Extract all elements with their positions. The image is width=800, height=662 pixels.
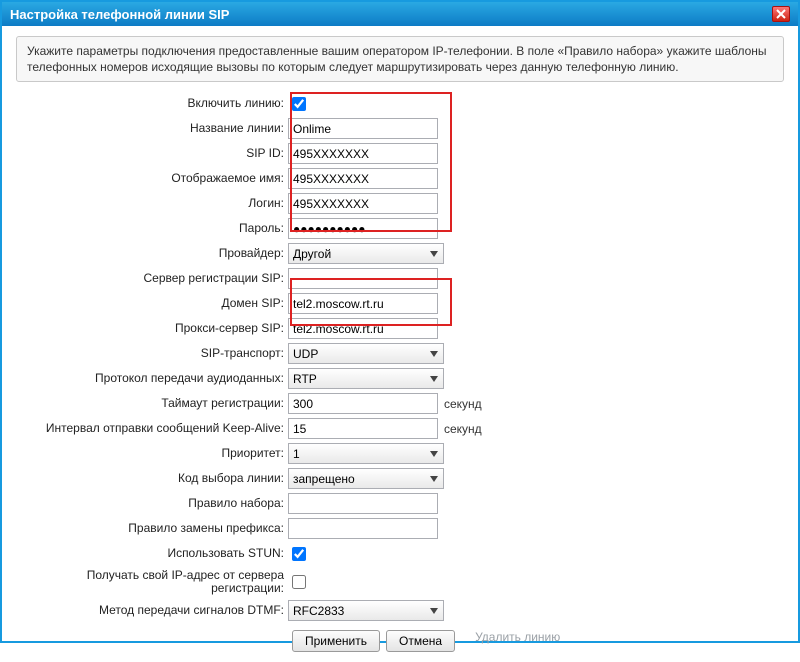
label-regtimeout: Таймаут регистрации: (16, 397, 288, 411)
label-login: Логин: (16, 197, 288, 211)
row-display: Отображаемое имя: (16, 167, 784, 190)
select-linecode[interactable]: запрещено (288, 468, 444, 489)
row-regtimeout: Таймаут регистрации: секунд (16, 392, 784, 415)
label-stun: Использовать STUN: (16, 547, 288, 561)
row-proxy: Прокси-сервер SIP: (16, 317, 784, 340)
input-regserver[interactable] (288, 268, 438, 289)
label-keepalive: Интервал отправки сообщений Keep-Alive: (16, 422, 288, 436)
label-audio: Протокол передачи аудиоданных: (16, 372, 288, 386)
input-sipid[interactable] (288, 143, 438, 164)
unit-seconds: секунд (444, 397, 482, 411)
row-password: Пароль: (16, 217, 784, 240)
row-stun: Использовать STUN: (16, 542, 784, 565)
info-panel: Укажите параметры подключения предоставл… (16, 36, 784, 82)
select-dtmf[interactable]: RFC2833 (288, 600, 444, 621)
label-sipid: SIP ID: (16, 147, 288, 161)
label-display: Отображаемое имя: (16, 172, 288, 186)
titlebar: Настройка телефонной линии SIP (2, 2, 798, 26)
row-login: Логин: (16, 192, 784, 215)
label-password: Пароль: (16, 222, 288, 236)
row-domain: Домен SIP: (16, 292, 784, 315)
input-display[interactable] (288, 168, 438, 189)
row-dtmf: Метод передачи сигналов DTMF: RFC2833 (16, 599, 784, 622)
input-dialrule[interactable] (288, 493, 438, 514)
input-regtimeout[interactable] (288, 393, 438, 414)
select-transport[interactable]: UDP (288, 343, 444, 364)
label-prefix: Правило замены префикса: (16, 522, 288, 536)
dialog-window: Настройка телефонной линии SIP Укажите п… (0, 0, 800, 643)
label-proxy: Прокси-сервер SIP: (16, 322, 288, 336)
row-getip: Получать свой IP-адрес от сервера регист… (16, 567, 784, 597)
select-provider[interactable]: Другой (288, 243, 444, 264)
row-enable: Включить линию: (16, 92, 784, 115)
label-linecode: Код выбора линии: (16, 472, 288, 486)
label-transport: SIP-транспорт: (16, 347, 288, 361)
label-getip: Получать свой IP-адрес от сервера регист… (16, 569, 288, 597)
label-regserver: Сервер регистрации SIP: (16, 272, 288, 286)
label-dialrule: Правило набора: (16, 497, 288, 511)
delete-line-link: Удалить линию (461, 630, 572, 652)
apply-button[interactable]: Применить (292, 630, 380, 652)
content-area: Укажите параметры подключения предоставл… (2, 26, 798, 662)
row-audio: Протокол передачи аудиоданных: RTP (16, 367, 784, 390)
row-name: Название линии: (16, 117, 784, 140)
row-linecode: Код выбора линии: запрещено (16, 467, 784, 490)
checkbox-getip[interactable] (292, 575, 306, 589)
row-priority: Приоритет: 1 (16, 442, 784, 465)
row-prefix: Правило замены префикса: (16, 517, 784, 540)
row-keepalive: Интервал отправки сообщений Keep-Alive: … (16, 417, 784, 440)
window-title: Настройка телефонной линии SIP (10, 7, 229, 22)
select-audio[interactable]: RTP (288, 368, 444, 389)
close-button[interactable] (772, 6, 790, 22)
form: Включить линию: Название линии: SIP ID: … (16, 92, 784, 652)
label-domain: Домен SIP: (16, 297, 288, 311)
row-sipid: SIP ID: (16, 142, 784, 165)
input-proxy[interactable] (288, 318, 438, 339)
unit-seconds: секунд (444, 422, 482, 436)
input-keepalive[interactable] (288, 418, 438, 439)
label-provider: Провайдер: (16, 247, 288, 261)
label-name: Название линии: (16, 122, 288, 136)
close-icon (776, 9, 786, 19)
button-row: Применить Отмена Удалить линию (16, 630, 784, 652)
label-priority: Приоритет: (16, 447, 288, 461)
cancel-button[interactable]: Отмена (386, 630, 455, 652)
checkbox-stun[interactable] (292, 547, 306, 561)
row-regserver: Сервер регистрации SIP: (16, 267, 784, 290)
input-prefix[interactable] (288, 518, 438, 539)
row-provider: Провайдер: Другой (16, 242, 784, 265)
row-transport: SIP-транспорт: UDP (16, 342, 784, 365)
label-enable: Включить линию: (16, 97, 288, 111)
checkbox-enable[interactable] (292, 97, 306, 111)
input-password[interactable] (288, 218, 438, 239)
row-dialrule: Правило набора: (16, 492, 784, 515)
input-domain[interactable] (288, 293, 438, 314)
input-name[interactable] (288, 118, 438, 139)
label-dtmf: Метод передачи сигналов DTMF: (16, 604, 288, 618)
input-login[interactable] (288, 193, 438, 214)
select-priority[interactable]: 1 (288, 443, 444, 464)
